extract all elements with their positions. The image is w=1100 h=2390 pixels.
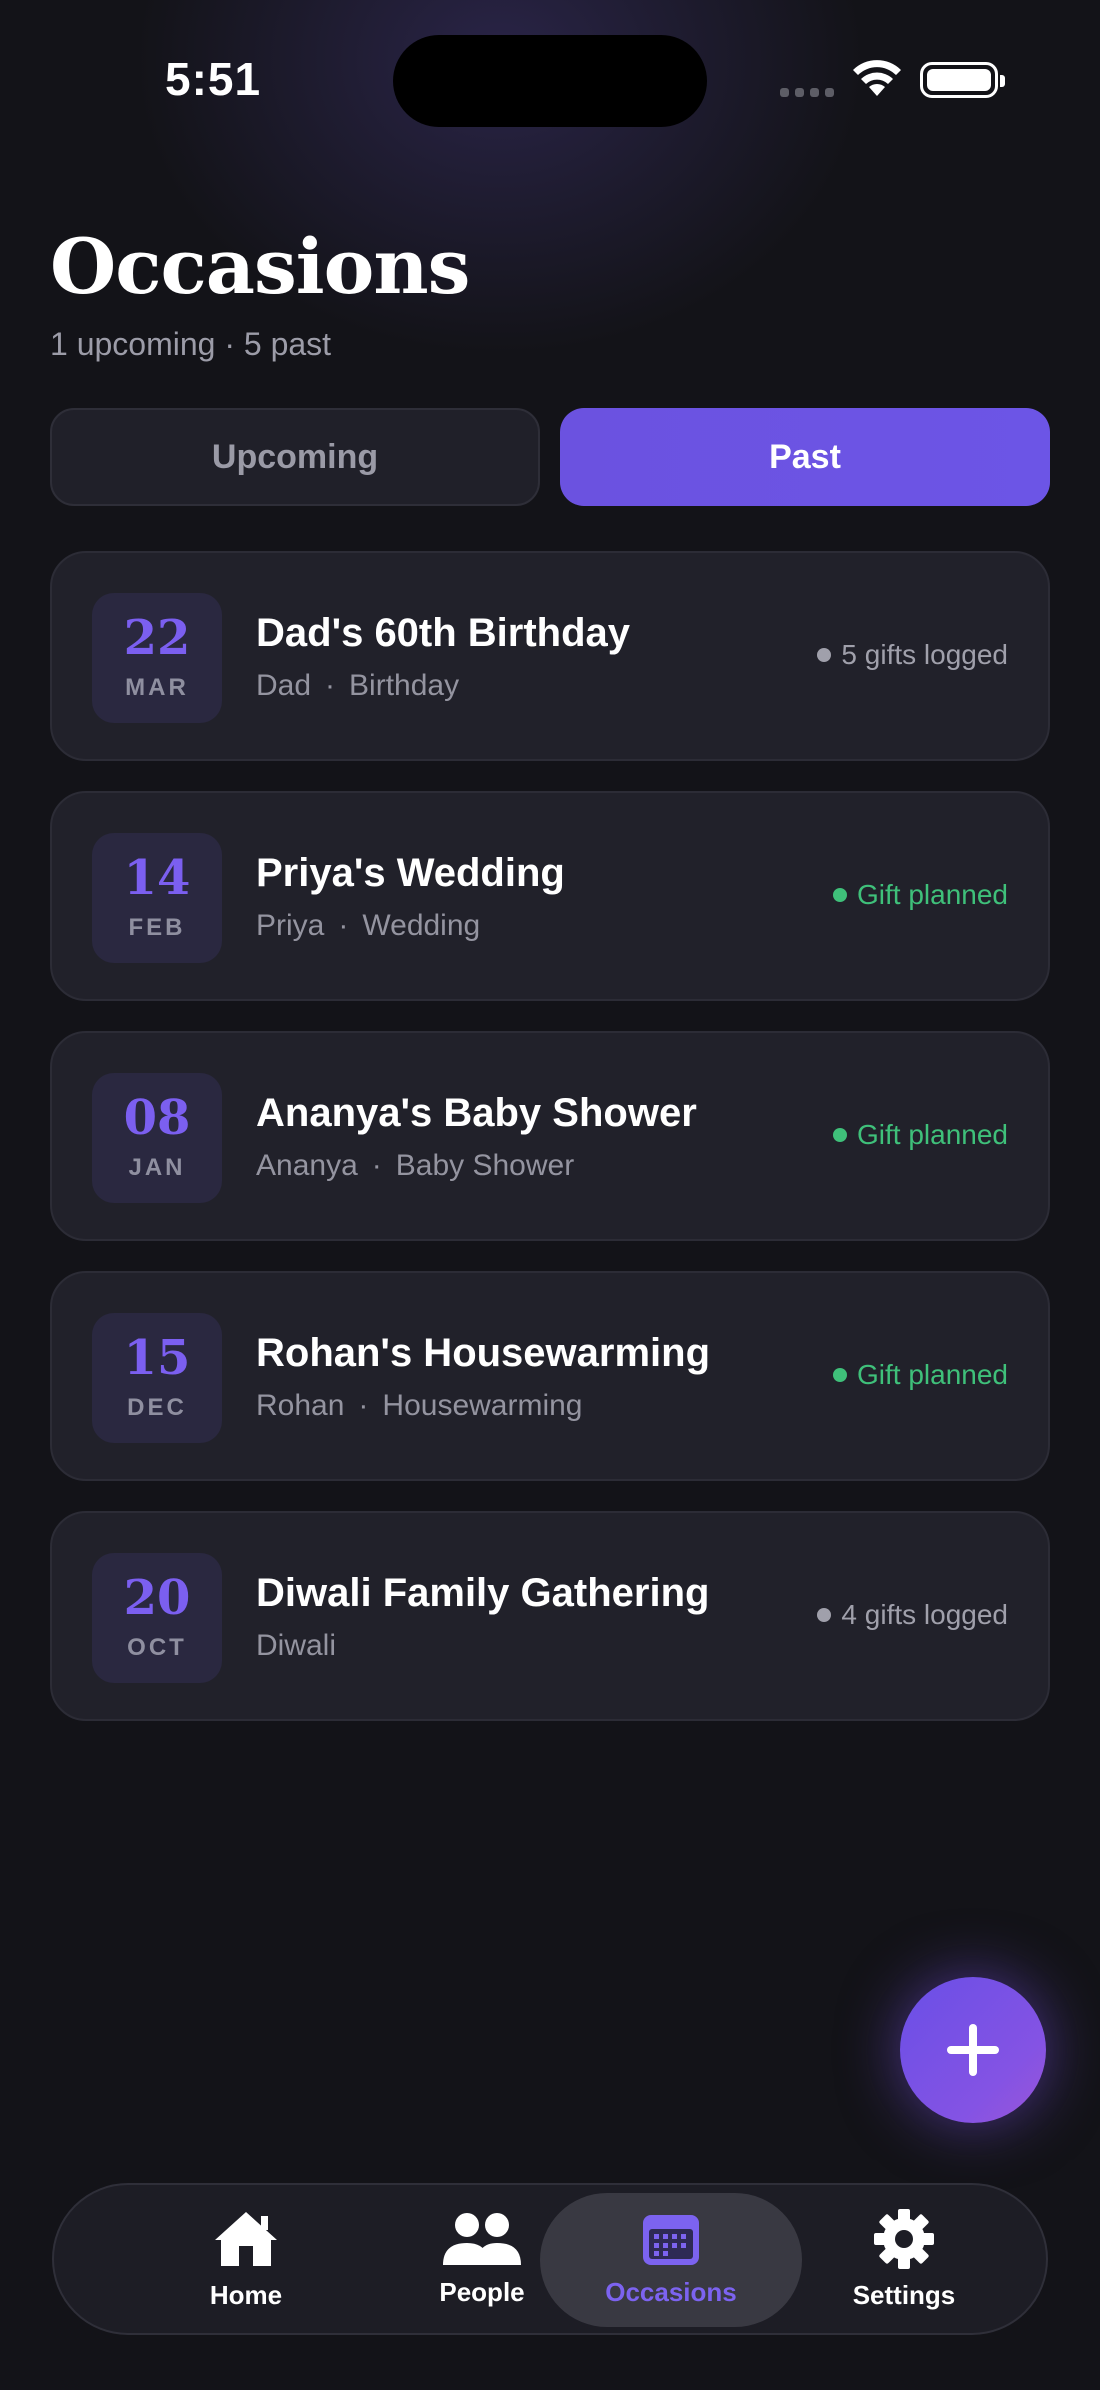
page-subtitle: 1 upcoming · 5 past [50, 326, 332, 362]
occasion-person: Rohan [256, 1389, 345, 1422]
occasion-meta: Ananya · Baby Shower [256, 1149, 574, 1183]
cellular-signal-icon [780, 88, 834, 97]
occasion-person: Ananya [256, 1149, 358, 1182]
gift-status: 4 gifts logged [817, 1599, 1008, 1631]
gift-status-label: Gift planned [857, 879, 1008, 910]
date-day: 22 [123, 610, 191, 666]
nav-label-home: Home [209, 2279, 283, 2310]
nav-label-settings: Settings [852, 2279, 956, 2310]
status-dot-icon [817, 1608, 832, 1622]
gift-status: Gift planned [833, 1359, 1008, 1391]
occasion-meta: Diwali [256, 1629, 336, 1663]
add-occasion-button[interactable] [900, 1977, 1046, 2123]
gift-status: Gift planned [833, 879, 1008, 911]
date-month: JAN [128, 1154, 186, 1181]
occasion-person: Dad [256, 669, 312, 702]
gear-icon [874, 2208, 934, 2269]
gift-status-label: 4 gifts logged [841, 1599, 1008, 1630]
occasion-meta: Dad · Birthday [256, 669, 459, 703]
date-badge: 20 OCT [92, 1553, 222, 1683]
occasion-title: Dad's 60th Birthday [256, 611, 631, 655]
date-month: OCT [127, 1634, 187, 1661]
date-month: MAR [125, 674, 189, 701]
status-dot-icon [833, 888, 847, 902]
separator-dot: · [371, 1149, 382, 1182]
date-badge: 14 FEB [92, 833, 222, 963]
occasion-meta: Rohan · Housewarming [256, 1389, 583, 1423]
nav-item-occasions[interactable]: Occasions [540, 2193, 802, 2327]
occasion-card[interactable]: 08 JAN Ananya's Baby Shower Ananya · Baby … [50, 1031, 1050, 1241]
date-badge: 08 JAN [92, 1073, 222, 1203]
gift-status-label: 5 gifts logged [841, 639, 1008, 670]
date-day: 08 [123, 1090, 191, 1146]
occasion-list: 22 MAR Dad's 60th Birthday Dad · Birthday … [50, 551, 1050, 1751]
bottom-nav: Home People Occasions Settings [52, 2183, 1048, 2335]
date-day: 14 [123, 850, 191, 906]
occasion-card[interactable]: 15 DEC Rohan's Housewarming Rohan · Housew… [50, 1271, 1050, 1481]
people-icon [443, 2212, 521, 2265]
status-time: 5:51 [165, 53, 262, 105]
dynamic-island [393, 35, 707, 127]
occasion-person: Diwali [256, 1629, 337, 1662]
wifi-icon [853, 60, 901, 96]
calendar-icon [643, 2214, 699, 2265]
occasion-title: Priya's Wedding [256, 851, 565, 895]
occasion-card[interactable]: 20 OCT Diwali Family Gathering Diwali 4 … [50, 1511, 1050, 1721]
date-badge: 15 DEC [92, 1313, 222, 1443]
nav-label-people: People [439, 2276, 525, 2307]
status-dot-icon [833, 1368, 847, 1382]
gift-status-label: Gift planned [857, 1119, 1008, 1150]
status-dot-icon [817, 648, 832, 662]
separator-dot: · [338, 909, 349, 942]
gift-status-label: Gift planned [857, 1359, 1008, 1390]
occasion-card[interactable]: 22 MAR Dad's 60th Birthday Dad · Birthday … [50, 551, 1050, 761]
nav-item-settings[interactable]: Settings [784, 2185, 1024, 2333]
separator-dot: · [325, 669, 336, 702]
gift-status: Gift planned [833, 1119, 1008, 1151]
date-day: 15 [123, 1330, 191, 1386]
occasion-type: Housewarming [382, 1389, 583, 1422]
occasion-person: Priya [256, 909, 325, 942]
nav-label-occasions: Occasions [605, 2276, 737, 2307]
date-badge: 22 MAR [92, 593, 222, 723]
occasion-type: Wedding [362, 909, 481, 942]
date-day: 20 [123, 1570, 191, 1626]
occasion-meta: Priya · Wedding [256, 909, 480, 943]
date-month: DEC [127, 1394, 187, 1421]
nav-item-home[interactable]: Home [126, 2185, 366, 2333]
occasion-type: Birthday [349, 669, 460, 702]
separator-dot: · [358, 1389, 369, 1422]
home-icon [215, 2211, 277, 2266]
occasion-card[interactable]: 14 FEB Priya's Wedding Priya · Wedding Gif… [50, 791, 1050, 1001]
date-month: FEB [128, 914, 186, 941]
gift-status: 5 gifts logged [817, 639, 1008, 671]
plus-icon [947, 2024, 999, 2076]
occasion-title: Diwali Family Gathering [256, 1571, 710, 1615]
occasion-title: Ananya's Baby Shower [256, 1091, 697, 1135]
status-dot-icon [833, 1128, 847, 1142]
page-title: Occasions [50, 222, 470, 311]
occasion-title: Rohan's Housewarming [256, 1331, 711, 1375]
occasion-type: Baby Shower [395, 1149, 575, 1182]
battery-icon [920, 62, 1005, 98]
tab-upcoming[interactable]: Upcoming [50, 408, 540, 506]
tab-past[interactable]: Past [560, 408, 1050, 506]
